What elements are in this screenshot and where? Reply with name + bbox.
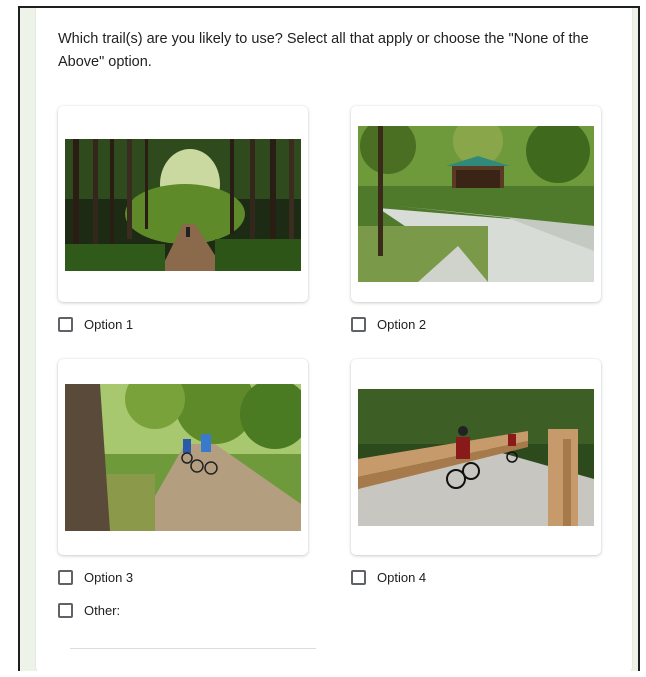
option-2-checkbox[interactable] [351, 316, 366, 332]
other-text-input[interactable] [70, 648, 316, 649]
option-3-image [65, 384, 301, 531]
option-4-image-card [351, 359, 601, 555]
option-4-label: Option 4 [377, 569, 427, 585]
option-1-image-card [58, 106, 308, 302]
option-3-image-card [58, 359, 308, 555]
option-3-label: Option 3 [84, 569, 134, 585]
option-4-checkbox[interactable] [351, 569, 366, 585]
option-2-image [358, 126, 594, 282]
option-4-choice[interactable]: Option 4 [351, 567, 426, 587]
option-3-checkbox[interactable] [58, 569, 73, 585]
question-card: Which trail(s) are you likely to use? Se… [36, 8, 632, 671]
option-1-checkbox[interactable] [58, 316, 73, 332]
other-checkbox[interactable] [58, 602, 73, 618]
question-title: Which trail(s) are you likely to use? Se… [58, 31, 589, 70]
other-label: Other: [84, 602, 121, 618]
option-1-image [65, 139, 301, 271]
option-1-choice[interactable]: Option 1 [58, 314, 133, 334]
other-choice[interactable]: Other: [58, 600, 120, 620]
option-1-label: Option 1 [84, 316, 134, 332]
option-2-label: Option 2 [377, 316, 427, 332]
option-2-image-card [351, 106, 601, 302]
option-3-choice[interactable]: Option 3 [58, 567, 133, 587]
option-2-choice[interactable]: Option 2 [351, 314, 426, 334]
form-frame: Which trail(s) are you likely to use? Se… [18, 6, 640, 671]
option-4-image [358, 389, 594, 526]
